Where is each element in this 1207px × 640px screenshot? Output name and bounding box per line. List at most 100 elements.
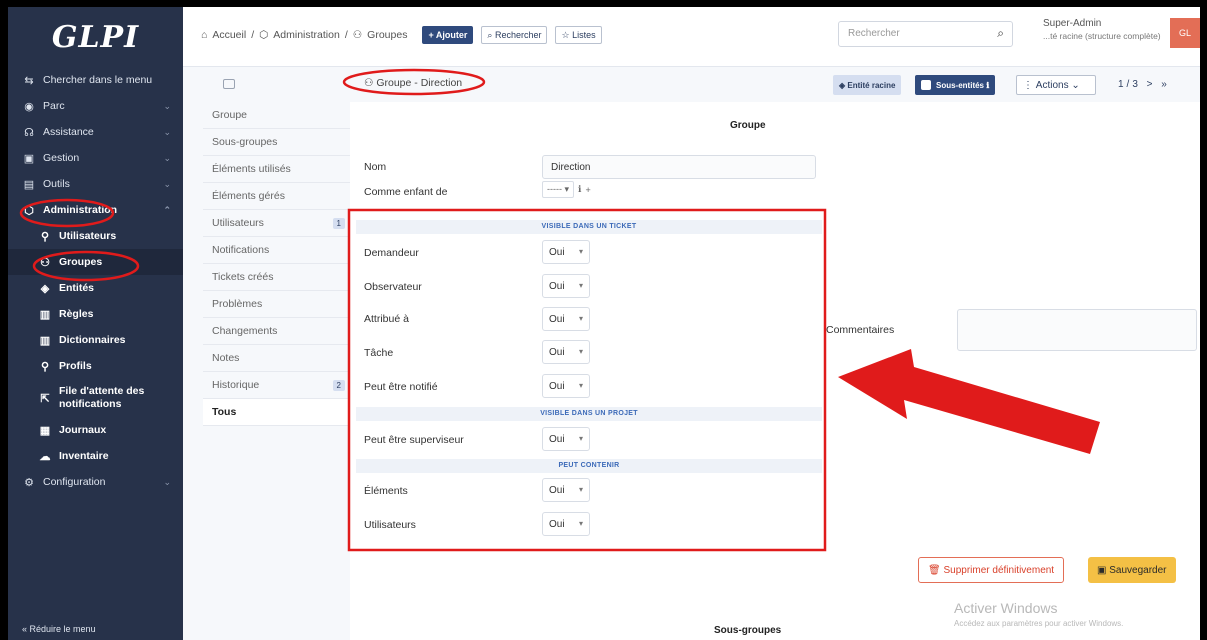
chevron-down-icon: ⌄: [1071, 79, 1080, 91]
sidebar-item-administration[interactable]: ⬡ Administration ⌃: [8, 197, 183, 223]
trash-icon: 🗑: [928, 564, 941, 576]
tab-changements[interactable]: Changements: [203, 318, 350, 345]
parent-dropdown[interactable]: ----- ▾: [542, 181, 575, 198]
tab-utilisateurs[interactable]: Utilisateurs 1: [203, 210, 350, 237]
global-search-placeholder: Rechercher: [848, 28, 900, 39]
select-value: Oui: [549, 347, 565, 358]
sidebar-sub-groupes[interactable]: ⚇ Groupes: [8, 249, 183, 275]
reduce-menu-button[interactable]: « Réduire le menu: [22, 624, 96, 634]
tab-problemes[interactable]: Problèmes: [203, 291, 350, 318]
entity-badge[interactable]: ◈ Entité racine: [833, 75, 902, 95]
chevron-down-icon: ⌄: [163, 152, 171, 163]
tab-elements-geres[interactable]: Éléments gérés: [203, 183, 350, 210]
glpi-logo[interactable]: GLPI: [8, 7, 183, 67]
sidebar-sub-label: Profils: [59, 360, 92, 372]
sidebar-sub-label: Entités: [59, 282, 95, 294]
count-badge: 1: [332, 217, 345, 229]
search-icon: ⌕: [997, 26, 1004, 40]
main-form: Groupe Nom Direction Comme enfant de ---…: [350, 102, 1200, 640]
sidebar-search[interactable]: ⇆ Chercher dans le menu: [8, 67, 183, 93]
mail-forward-icon: ⇱: [40, 392, 50, 405]
count-badge: 2: [332, 379, 345, 391]
breadcrumb-separator: /: [251, 29, 255, 41]
plus-icon[interactable]: +: [585, 185, 590, 195]
save-button[interactable]: ▣ Sauvegarder: [1088, 557, 1176, 583]
sidebar-item-assistance[interactable]: ☊ Assistance ⌄: [8, 119, 183, 145]
checkbox[interactable]: [921, 80, 931, 90]
cloud-icon: ☁: [39, 450, 51, 463]
comments-textarea[interactable]: [957, 309, 1197, 351]
global-search-input[interactable]: Rechercher ⌕: [838, 21, 1013, 47]
pager[interactable]: 1/3 > »: [1118, 79, 1170, 90]
delete-button[interactable]: 🗑 Supprimer définitivement: [918, 557, 1065, 583]
entity-badge-label: Entité racine: [847, 80, 896, 90]
sidebar-sub-notif-queue[interactable]: ⇱ File d'attente des notifications: [8, 379, 183, 417]
observateur-select[interactable]: Oui ▾: [542, 274, 590, 298]
tab-elements-utilises[interactable]: Éléments utilisés: [203, 156, 350, 183]
tab-tous[interactable]: Tous: [203, 399, 350, 426]
tab-label: Sous-groupes: [212, 136, 278, 148]
tab-tickets-crees[interactable]: Tickets créés: [203, 264, 350, 291]
tab-sous-groupes[interactable]: Sous-groupes: [203, 129, 350, 156]
row-label: Tâche: [364, 347, 394, 359]
sidebar-sub-regles[interactable]: ▥ Règles: [8, 301, 183, 327]
caret-down-icon: ▾: [578, 381, 583, 390]
sidebar-item-gestion[interactable]: ▣ Gestion ⌄: [8, 145, 183, 171]
collapse-tabs-icon[interactable]: [223, 79, 235, 89]
search-icon: ⌕: [487, 29, 493, 40]
lists-button[interactable]: ☆ Listes: [555, 26, 602, 44]
avatar[interactable]: GL: [1170, 18, 1200, 48]
tab-notes[interactable]: Notes: [203, 345, 350, 372]
tab-label: Tous: [212, 406, 237, 418]
row-label: Demandeur: [364, 247, 419, 259]
top-header: ⌂ Accueil / ⬡ Administration / ⚇ Groupes…: [183, 7, 1200, 67]
sidebar-sub-inventaire[interactable]: ☁ Inventaire: [8, 443, 183, 469]
attribue-select[interactable]: Oui ▾: [542, 307, 590, 331]
search-button[interactable]: ⌕ Rechercher: [481, 26, 548, 44]
users-icon: ⚇: [364, 77, 374, 89]
demandeur-select[interactable]: Oui ▾: [542, 240, 590, 264]
tab-label: Historique: [212, 379, 260, 391]
superviseur-select[interactable]: Oui ▾: [542, 427, 590, 451]
chevron-up-icon: ⌃: [163, 204, 171, 215]
tab-groupe[interactable]: Groupe: [203, 102, 350, 129]
lists-button-label: Listes: [572, 30, 596, 40]
add-button[interactable]: + Ajouter: [422, 26, 474, 44]
caret-down-icon: ▾: [578, 281, 583, 290]
breadcrumb-administration[interactable]: Administration: [273, 29, 340, 41]
sidebar-item-outils[interactable]: ▤ Outils ⌄: [8, 171, 183, 197]
row-label: Attribué à: [364, 313, 409, 325]
notifie-select[interactable]: Oui ▾: [542, 374, 590, 398]
subentities-toggle[interactable]: Sous-entités ℹ: [915, 75, 996, 95]
book-icon: ▥: [39, 308, 51, 321]
section-title: Groupe: [730, 120, 766, 131]
actions-dropdown[interactable]: ⋮ Actions ⌄: [1016, 75, 1096, 95]
name-field[interactable]: Direction: [542, 155, 816, 179]
subentities-label: Sous-entités: [936, 80, 985, 90]
utilisateurs-select[interactable]: Oui ▾: [542, 512, 590, 536]
elements-select[interactable]: Oui ▾: [542, 478, 590, 502]
sidebar-item-configuration[interactable]: ⚙ Configuration ⌄: [8, 469, 183, 495]
row-label: Éléments: [364, 485, 408, 497]
sidebar-sub-dictionnaires[interactable]: ▥ Dictionnaires: [8, 327, 183, 353]
sidebar-item-label: Assistance: [43, 126, 94, 138]
comments-label: Commentaires: [826, 324, 895, 336]
user-entity: ...té racine (structure complète): [1043, 31, 1161, 41]
sidebar-sub-journaux[interactable]: ▦ Journaux: [8, 417, 183, 443]
tab-label: Éléments utilisés: [212, 163, 291, 175]
sidebar-sub-profils[interactable]: ⚲ Profils: [8, 353, 183, 379]
save-icon: ▣: [1097, 564, 1107, 576]
user-menu[interactable]: Super-Admin ...té racine (structure comp…: [1043, 18, 1161, 42]
tab-historique[interactable]: Historique 2: [203, 372, 350, 399]
sidebar-item-parc[interactable]: ◉ Parc ⌄: [8, 93, 183, 119]
breadcrumb-home[interactable]: Accueil: [212, 29, 246, 41]
breadcrumb-groupes[interactable]: Groupes: [367, 29, 407, 41]
info-icon[interactable]: ℹ: [578, 184, 581, 195]
sidebar-sub-entites[interactable]: ◈ Entités: [8, 275, 183, 301]
tache-select[interactable]: Oui ▾: [542, 340, 590, 364]
tab-notifications[interactable]: Notifications: [203, 237, 350, 264]
sidebar-sub-utilisateurs[interactable]: ⚲ Utilisateurs: [8, 223, 183, 249]
row-label: Utilisateurs: [364, 519, 416, 531]
sidebar-sub-label: File d'attente des notifications: [59, 385, 145, 410]
name-label: Nom: [364, 161, 387, 173]
